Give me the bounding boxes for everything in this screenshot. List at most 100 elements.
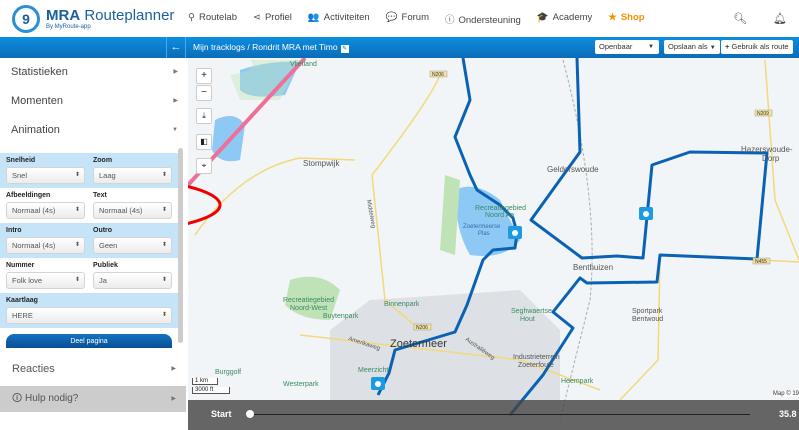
edit-icon[interactable]: ✎: [340, 45, 349, 53]
nav-academy[interactable]: 🎓 Academy: [537, 12, 592, 26]
breadcrumb-root[interactable]: Mijn tracklogs: [193, 42, 245, 52]
star-icon: ★: [608, 11, 617, 23]
map-canvas: Stompwijk Vlietland Gelderswoude Hazersw…: [188, 58, 799, 421]
publiek-select[interactable]: Ja ⬍: [93, 272, 172, 289]
updown-icon: ⬍: [74, 207, 80, 213]
help-icon: 🛈: [12, 393, 25, 404]
nav-activiteiten[interactable]: 👥 Activiteiten: [308, 12, 370, 26]
nav-forum[interactable]: 💬 Forum: [386, 12, 429, 26]
users-icon: 👥: [307, 11, 320, 23]
section-label: Statistieken: [11, 66, 68, 78]
collapse-sidebar-button[interactable]: ←: [166, 37, 186, 58]
zoom-out-button[interactable]: −: [196, 85, 212, 101]
map-label: Plas: [478, 231, 490, 237]
visibility-select[interactable]: Openbaar ▼: [595, 40, 659, 54]
afbeeldingen-select[interactable]: Normaal (4s) ⬍: [6, 202, 85, 219]
nav-label: Forum: [401, 11, 429, 23]
kaartlaag-label: Kaartlaag: [6, 297, 38, 304]
map[interactable]: Stompwijk Vlietland Gelderswoude Hazersw…: [188, 58, 799, 430]
sidebar-scrollbar[interactable]: [178, 148, 183, 343]
chevron-down-icon: ▼: [172, 127, 178, 133]
text-label: Text: [93, 192, 107, 199]
select-value: Normaal (4s): [99, 206, 143, 215]
map-attribution: Map © 19: [772, 391, 799, 397]
map-label: Seghwaertse: [511, 308, 552, 315]
updown-icon: ⬍: [161, 242, 167, 248]
section-label: Animation: [11, 124, 60, 136]
select-value: Normaal (4s): [12, 241, 56, 250]
zoom-label: Zoom: [93, 157, 113, 164]
bell-icon[interactable]: 🔔︎: [773, 12, 787, 25]
help-button[interactable]: 🛈 Hulp nodig? ▶: [0, 386, 186, 412]
text-select[interactable]: Normaal (4s) ⬍: [93, 202, 172, 219]
map-label: Burggolf: [215, 369, 241, 376]
map-label: Binnenpark: [384, 301, 420, 308]
snelheid-label: Snelheid: [6, 157, 36, 164]
nummer-select[interactable]: Folk love ⬍: [6, 272, 85, 289]
nav-label: Academy: [552, 11, 593, 23]
progress-track[interactable]: [250, 414, 750, 415]
updown-icon: ⬍: [74, 242, 80, 248]
map-label: Zoetermeer: [390, 338, 447, 350]
use-as-route-button[interactable]: + Gebruik als route: [721, 40, 793, 54]
zoom-select[interactable]: Laag ⬍: [93, 167, 172, 184]
toolbar: ← Mijn tracklogs / Rondrit MRA met Timo ✎…: [0, 37, 799, 58]
nav-shop[interactable]: ★ Shop: [608, 12, 644, 26]
animation-player: Start 35.8: [188, 400, 799, 430]
map-label: Hazerswoude-: [741, 145, 793, 154]
section-label: Momenten: [11, 95, 63, 107]
search-icon[interactable]: 🔍︎: [733, 12, 747, 25]
road-number: N206: [416, 325, 428, 331]
map-label: Industrieterrein: [513, 354, 560, 361]
zoom-in-button[interactable]: +: [196, 68, 212, 84]
map-label: Bentwoud: [632, 316, 663, 323]
section-momenten[interactable]: Momenten ▶: [0, 87, 188, 116]
map-label: Zoetermeerse: [463, 224, 501, 230]
use-as-route-label: Gebruik als route: [731, 42, 789, 51]
nav-profiel[interactable]: ⋖ Profiel: [253, 12, 292, 26]
start-label: Start: [211, 409, 232, 419]
select-value: Snel: [12, 171, 28, 180]
save-as-button[interactable]: Opslaan als ▼: [664, 40, 720, 54]
intro-select[interactable]: Normaal (4s) ⬍: [6, 237, 85, 254]
cube-icon[interactable]: ◧: [196, 134, 212, 150]
snelheid-select[interactable]: Snel ⬍: [6, 167, 85, 184]
nav-label: Shop: [620, 11, 645, 23]
map-label: Recreatiegebied: [475, 205, 526, 212]
select-value: Folk love: [12, 276, 43, 285]
select-value: Laag: [99, 171, 116, 180]
updown-icon: ⬍: [74, 277, 80, 283]
logo[interactable]: 9 MRA Routeplanner By MyRoute-app: [12, 4, 182, 33]
updown-icon: ⬍: [74, 172, 80, 178]
road-number: N455: [755, 259, 767, 265]
tagline: By MyRoute-app: [46, 23, 91, 30]
nav-ondersteuning[interactable]: ⓘ Ondersteuning: [445, 12, 521, 26]
map-label: Recreatiegebied: [283, 297, 334, 304]
outro-select[interactable]: Geen ⬍: [93, 237, 172, 254]
visibility-value: Openbaar: [599, 42, 633, 51]
locate-icon[interactable]: ⌖: [196, 158, 212, 174]
chevron-right-icon: ▶: [173, 69, 178, 75]
breadcrumb-current: Rondrit MRA met Timo: [252, 42, 338, 52]
outro-label: Outro: [93, 227, 113, 234]
nav-label: Profiel: [264, 11, 292, 23]
road-number: N206: [432, 72, 444, 78]
breadcrumb-separator: /: [247, 42, 250, 52]
map-label: Vlietland: [290, 61, 317, 68]
section-reacties[interactable]: Reacties ▶: [0, 355, 186, 383]
share-page-button[interactable]: Deel pagina: [6, 334, 172, 348]
map-label: Heempark: [561, 378, 594, 385]
select-value: Geen: [99, 241, 118, 250]
download-icon[interactable]: ⤓: [196, 108, 212, 124]
annotation-ellipse: [188, 185, 222, 225]
map-label: Noord-West: [290, 305, 327, 312]
nav-routelab[interactable]: ⚲ Routelab: [188, 12, 237, 26]
section-animation[interactable]: Animation ▼: [0, 116, 188, 145]
railway: [559, 59, 593, 421]
kaartlaag-select[interactable]: HERE ⬍: [6, 307, 172, 324]
select-value: Ja: [99, 276, 107, 285]
caret-down-icon: ▼: [709, 45, 716, 51]
progress-handle[interactable]: [246, 410, 254, 418]
brand-rest: Routeplanner: [84, 6, 175, 24]
section-statistieken[interactable]: Statistieken ▶: [0, 58, 188, 87]
